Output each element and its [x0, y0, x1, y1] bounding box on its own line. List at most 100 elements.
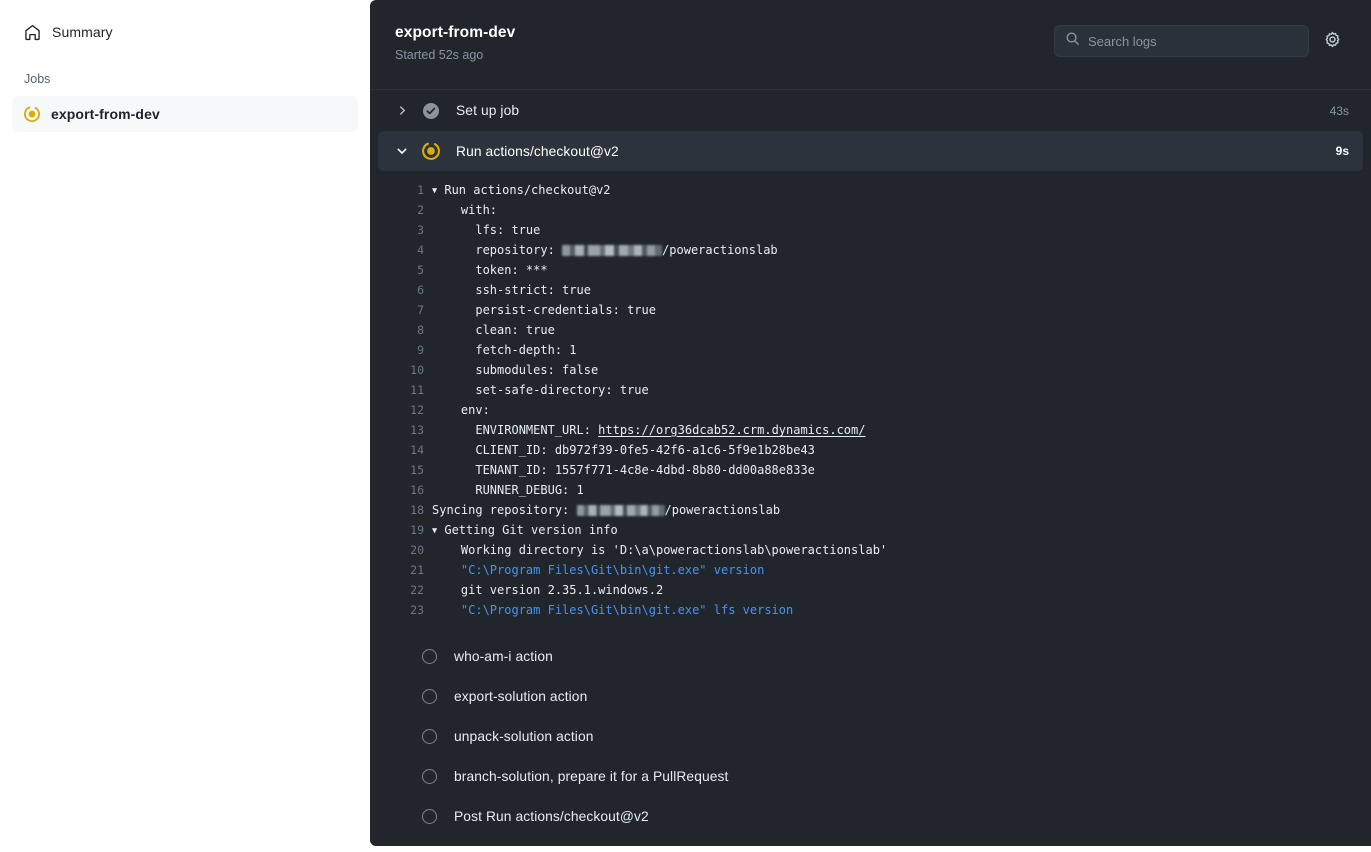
redacted-owner-name — [577, 505, 665, 516]
log-line-text: ▼ Run actions/checkout@v2 — [432, 180, 611, 202]
sidebar-jobs-heading: Jobs — [12, 72, 358, 86]
log-panel: export-from-dev Started 52s ago — [370, 0, 1371, 846]
log-line-text: token: *** — [432, 260, 548, 280]
log-line-text: TENANT_ID: 1557f771-4c8e-4dbd-8b80-dd00a… — [432, 460, 815, 480]
settings-gear-button[interactable] — [1321, 30, 1343, 52]
in-progress-spinner-icon — [24, 106, 40, 122]
log-line-number: 16 — [370, 480, 432, 500]
caret-down-icon[interactable]: ▼ — [432, 521, 437, 541]
job-heading-group: export-from-dev Started 52s ago — [395, 24, 515, 62]
chevron-right-icon[interactable] — [394, 103, 410, 119]
sidebar-item-summary[interactable]: Summary — [12, 14, 358, 50]
log-line: 16 RUNNER_DEBUG: 1 — [370, 480, 1371, 500]
in-progress-spinner-icon — [422, 142, 440, 160]
log-line-number: 13 — [370, 420, 432, 440]
log-line: 23 "C:\Program Files\Git\bin\git.exe" lf… — [370, 600, 1371, 620]
log-line-text: persist-credentials: true — [432, 300, 656, 320]
header-actions — [1054, 25, 1343, 57]
sidebar-item-export-from-dev[interactable]: export-from-dev — [12, 96, 358, 132]
log-line-number: 9 — [370, 340, 432, 360]
pending-step-label: Post Run actions/checkout@v2 — [454, 809, 649, 824]
log-line: 9 fetch-depth: 1 — [370, 340, 1371, 360]
log-line: 15 TENANT_ID: 1557f771-4c8e-4dbd-8b80-dd… — [370, 460, 1371, 480]
log-line-number: 6 — [370, 280, 432, 300]
log-line-number: 14 — [370, 440, 432, 460]
log-line: 6 ssh-strict: true — [370, 280, 1371, 300]
log-line-number: 5 — [370, 260, 432, 280]
log-line: 1▼ Run actions/checkout@v2 — [370, 180, 1371, 200]
step-row-run-actions-checkout[interactable]: Run actions/checkout@v2 9s — [378, 131, 1363, 171]
log-line-number: 10 — [370, 360, 432, 380]
step-row-set-up-job[interactable]: Set up job 43s — [370, 90, 1371, 131]
step-duration-set-up-job: 43s — [1330, 104, 1349, 118]
log-line-number: 7 — [370, 300, 432, 320]
log-line: 19▼ Getting Git version info — [370, 520, 1371, 540]
log-line: 18Syncing repository: /poweractionslab — [370, 500, 1371, 520]
log-line-text: ssh-strict: true — [432, 280, 591, 300]
caret-down-icon[interactable]: ▼ — [432, 181, 437, 201]
log-line-number: 21 — [370, 560, 432, 580]
pending-step-row[interactable]: branch-solution, prepare it for a PullRe… — [370, 756, 1371, 796]
job-started-text: Started 52s ago — [395, 48, 515, 62]
environment-url-link[interactable]: https://org36dcab52.crm.dynamics.com/ — [598, 423, 865, 437]
log-line: 5 token: *** — [370, 260, 1371, 280]
step-name-run-actions-checkout: Run actions/checkout@v2 — [456, 144, 1336, 159]
check-circle-icon — [422, 102, 440, 120]
log-line-text: clean: true — [432, 320, 555, 340]
pending-steps-list: who-am-i action export-solution action unp… — [370, 636, 1371, 836]
pending-step-label: export-solution action — [454, 689, 587, 704]
pending-step-row[interactable]: unpack-solution action — [370, 716, 1371, 756]
sidebar-item-summary-label: Summary — [52, 24, 113, 40]
log-line-number: 18 — [370, 500, 432, 520]
log-line-number: 4 — [370, 240, 432, 260]
log-line: 21 "C:\Program Files\Git\bin\git.exe" ve… — [370, 560, 1371, 580]
pending-circle-icon — [422, 649, 437, 664]
log-line: 10 submodules: false — [370, 360, 1371, 380]
log-line-text: RUNNER_DEBUG: 1 — [432, 480, 584, 500]
search-logs-input[interactable] — [1088, 34, 1298, 49]
log-line: 3 lfs: true — [370, 220, 1371, 240]
log-panel-header: export-from-dev Started 52s ago — [370, 0, 1371, 90]
pending-step-row[interactable]: who-am-i action — [370, 636, 1371, 676]
log-line: 2 with: — [370, 200, 1371, 220]
pending-step-label: branch-solution, prepare it for a PullRe… — [454, 769, 728, 784]
search-logs-box[interactable] — [1054, 25, 1309, 57]
log-line: 13 ENVIRONMENT_URL: https://org36dcab52.… — [370, 420, 1371, 440]
log-line-number: 15 — [370, 460, 432, 480]
pending-step-row[interactable]: Post Run actions/checkout@v2 — [370, 796, 1371, 836]
log-line-number: 19 — [370, 520, 432, 540]
gear-icon — [1324, 31, 1341, 51]
log-line-number: 23 — [370, 600, 432, 620]
log-line-text: set-safe-directory: true — [432, 380, 649, 400]
log-line-text: "C:\Program Files\Git\bin\git.exe" versi… — [432, 560, 764, 580]
pending-step-label: unpack-solution action — [454, 729, 594, 744]
log-line: 22 git version 2.35.1.windows.2 — [370, 580, 1371, 600]
log-output[interactable]: 1▼ Run actions/checkout@v22 with:3 lfs: … — [370, 171, 1371, 636]
log-line-text: env: — [432, 400, 490, 420]
log-line-text: fetch-depth: 1 — [432, 340, 577, 360]
pending-step-row[interactable]: export-solution action — [370, 676, 1371, 716]
home-icon — [24, 24, 41, 41]
log-line: 11 set-safe-directory: true — [370, 380, 1371, 400]
log-line-number: 12 — [370, 400, 432, 420]
log-line-text: submodules: false — [432, 360, 598, 380]
pending-circle-icon — [422, 689, 437, 704]
log-line: 8 clean: true — [370, 320, 1371, 340]
log-line: 20 Working directory is 'D:\a\poweractio… — [370, 540, 1371, 560]
jobs-sidebar: Summary Jobs export-from-dev — [0, 0, 370, 852]
chevron-down-icon[interactable] — [394, 143, 410, 159]
log-line: 7 persist-credentials: true — [370, 300, 1371, 320]
workflow-run-page: Summary Jobs export-from-dev export-from… — [0, 0, 1371, 852]
redacted-owner-name — [562, 245, 662, 256]
pending-circle-icon — [422, 809, 437, 824]
log-line-number: 11 — [370, 380, 432, 400]
log-line-text: lfs: true — [432, 220, 540, 240]
pending-circle-icon — [422, 769, 437, 784]
sidebar-item-export-from-dev-label: export-from-dev — [51, 106, 160, 122]
steps-list: Set up job 43s Run actions/checkout@v2 — [370, 90, 1371, 836]
log-line: 14 CLIENT_ID: db972f39-0fe5-42f6-a1c6-5f… — [370, 440, 1371, 460]
search-icon — [1065, 31, 1080, 51]
log-line-text: with: — [432, 200, 497, 220]
log-line-number: 8 — [370, 320, 432, 340]
page-title: export-from-dev — [395, 24, 515, 42]
